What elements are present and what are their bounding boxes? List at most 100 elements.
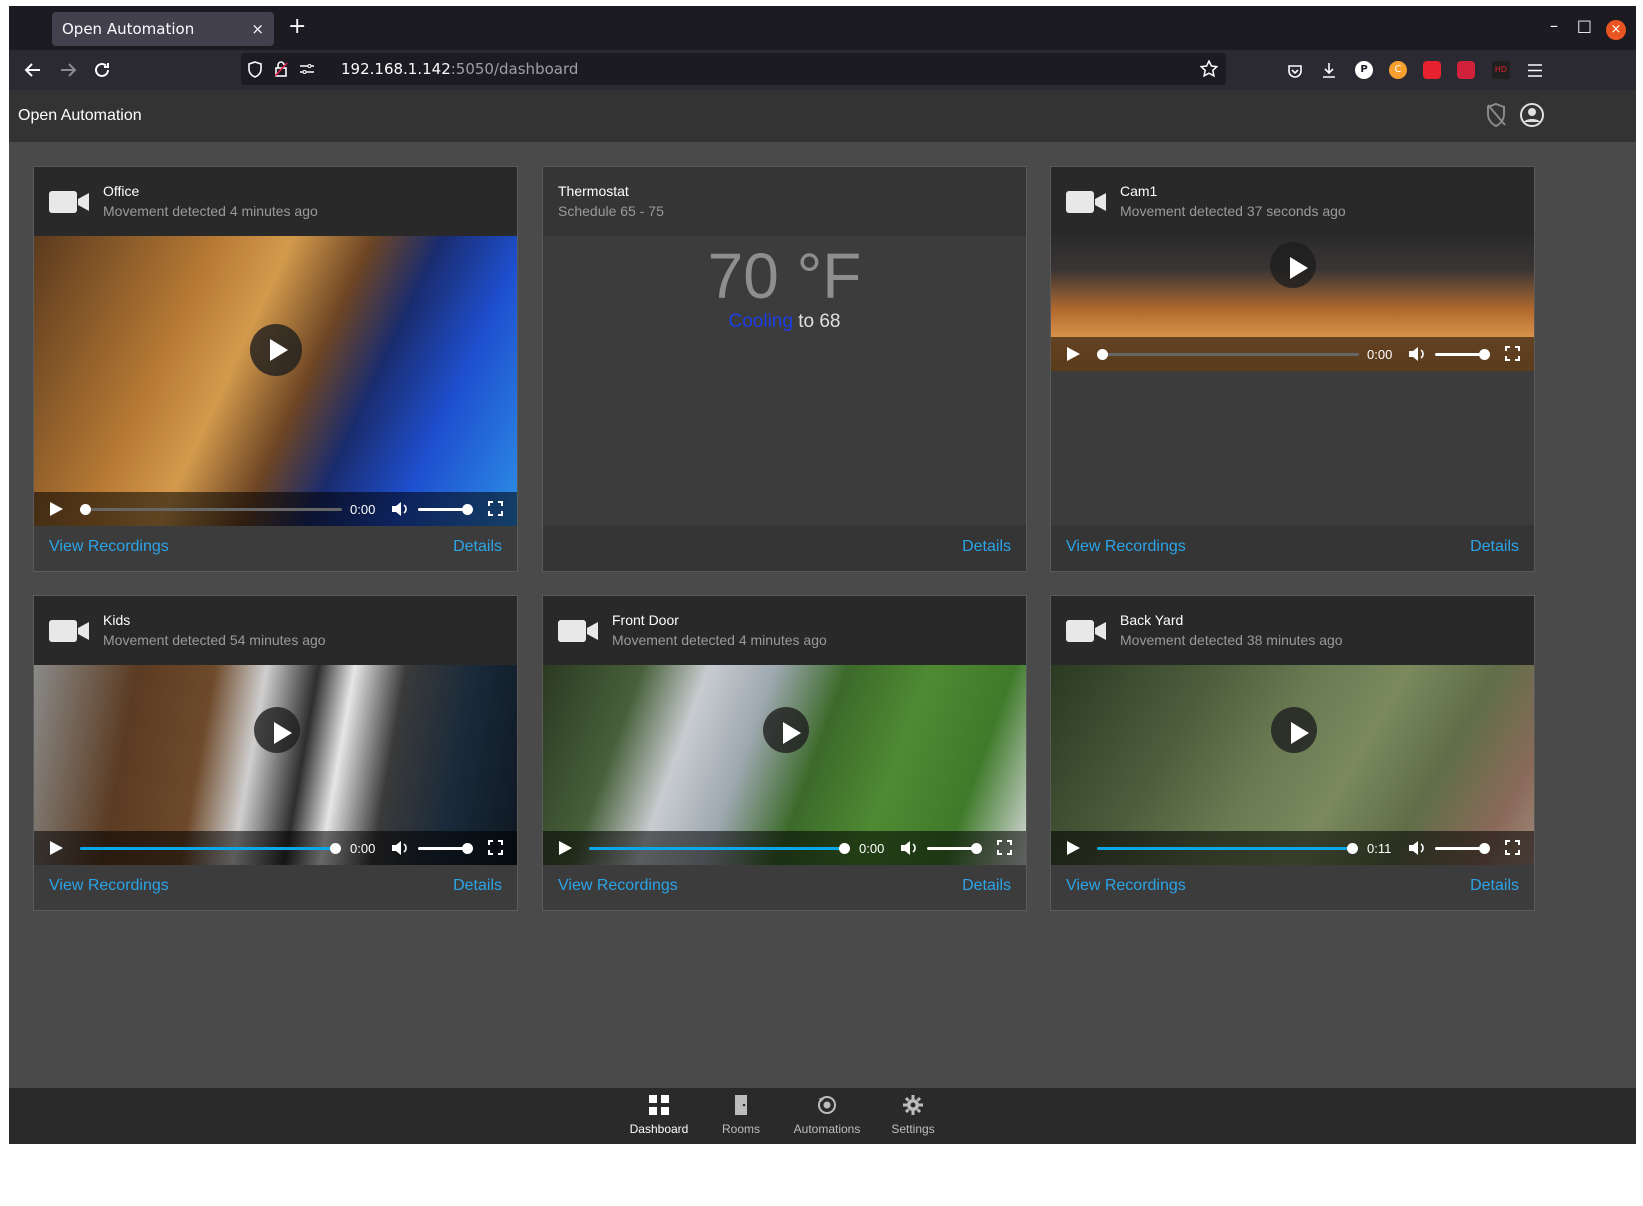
volume-icon[interactable]	[391, 501, 409, 517]
card-subtitle: Movement detected 4 minutes ago	[103, 203, 318, 219]
details-link[interactable]: Details	[1470, 877, 1519, 895]
fullscreen-icon[interactable]	[997, 840, 1012, 855]
card-subtitle: Movement detected 38 minutes ago	[1120, 632, 1343, 648]
view-recordings-link[interactable]: View Recordings	[1066, 538, 1186, 556]
app-title: Open Automation	[18, 107, 142, 124]
play-button[interactable]	[1067, 841, 1080, 855]
camera-video-back-yard[interactable]: 0:11	[1051, 665, 1534, 865]
volume-slider[interactable]	[927, 843, 982, 854]
camera-video-kids[interactable]: 0:00	[34, 665, 517, 865]
volume-knob[interactable]	[462, 504, 473, 515]
play-overlay-button[interactable]	[1270, 242, 1316, 288]
volume-slider[interactable]	[418, 504, 473, 515]
volume-icon[interactable]	[1408, 840, 1426, 856]
volume-knob[interactable]	[1479, 349, 1490, 360]
details-link[interactable]: Details	[962, 538, 1011, 556]
nav-automations[interactable]: Automations	[785, 1088, 869, 1144]
browser-tab[interactable]: Open Automation ×	[52, 12, 274, 46]
volume-knob[interactable]	[1479, 843, 1490, 854]
minimize-button[interactable]: –	[1550, 16, 1558, 35]
pocket-icon[interactable]	[1287, 63, 1303, 79]
view-recordings-link[interactable]: View Recordings	[49, 538, 169, 556]
play-button[interactable]	[50, 502, 63, 516]
back-arrow-icon[interactable]	[24, 61, 42, 79]
extension-lock-icon[interactable]	[1423, 61, 1441, 79]
address-bar[interactable]: 192.168.1.142:5050/dashboard	[241, 53, 1226, 85]
details-link[interactable]: Details	[453, 877, 502, 895]
play-overlay-button[interactable]	[1271, 707, 1317, 753]
current-temperature: 70 °F	[707, 240, 862, 312]
extension-hd-icon[interactable]: HD	[1492, 61, 1510, 79]
shield-icon[interactable]	[247, 61, 263, 78]
reload-icon[interactable]	[93, 61, 111, 79]
volume-slider[interactable]	[1435, 843, 1490, 854]
seek-bar[interactable]	[80, 843, 341, 854]
url-host: 192.168.1.142	[341, 60, 451, 78]
view-recordings-link[interactable]: View Recordings	[1066, 877, 1186, 895]
fullscreen-icon[interactable]	[1505, 840, 1520, 855]
volume-icon[interactable]	[900, 840, 918, 856]
fullscreen-icon[interactable]	[488, 501, 503, 516]
seek-knob[interactable]	[839, 843, 850, 854]
details-link[interactable]: Details	[962, 877, 1011, 895]
details-link[interactable]: Details	[1470, 538, 1519, 556]
url-text: 192.168.1.142:5050/dashboard	[341, 60, 578, 78]
seek-knob[interactable]	[1347, 843, 1358, 854]
volume-slider[interactable]	[1435, 349, 1490, 360]
play-button[interactable]	[559, 841, 572, 855]
seek-bar[interactable]	[1097, 843, 1358, 854]
seek-progress	[589, 847, 845, 850]
volume-slider[interactable]	[418, 843, 473, 854]
play-overlay-button[interactable]	[254, 707, 300, 753]
lock-insecure-icon[interactable]	[274, 61, 288, 78]
play-overlay-button[interactable]	[763, 707, 809, 753]
play-button[interactable]	[1067, 347, 1080, 361]
bookmark-star-icon[interactable]	[1200, 60, 1218, 78]
fullscreen-icon[interactable]	[488, 840, 503, 855]
tab-close-icon[interactable]: ×	[251, 20, 264, 38]
thermostat-status: Cooling to 68	[543, 311, 1026, 333]
camera-card-cam1: 0:00 Cam1 Movement detected 37 seconds a…	[1050, 166, 1535, 572]
video-camera-icon	[1066, 191, 1106, 213]
close-window-button[interactable]: ×	[1606, 20, 1626, 40]
volume-icon[interactable]	[1408, 346, 1426, 362]
fullscreen-icon[interactable]	[1505, 346, 1520, 361]
nav-dashboard[interactable]: Dashboard	[621, 1088, 697, 1144]
volume-knob[interactable]	[462, 843, 473, 854]
seek-bar[interactable]	[80, 504, 342, 515]
details-link[interactable]: Details	[453, 538, 502, 556]
thermostat-card: Thermostat Schedule 65 - 75 70 °F Coolin…	[542, 166, 1027, 572]
view-recordings-link[interactable]: View Recordings	[49, 877, 169, 895]
camera-card-back-yard: 0:11 Back Yard Movement detected 38 minu…	[1050, 595, 1535, 911]
extension-p-icon[interactable]: P	[1355, 61, 1373, 79]
menu-icon[interactable]	[1527, 64, 1543, 77]
security-shield-off-icon[interactable]	[1483, 102, 1509, 128]
account-circle-icon[interactable]	[1519, 102, 1545, 128]
downloads-icon[interactable]	[1321, 62, 1337, 79]
view-recordings-link[interactable]: View Recordings	[558, 877, 678, 895]
volume-icon[interactable]	[391, 840, 409, 856]
seek-knob[interactable]	[80, 504, 91, 515]
volume-knob[interactable]	[971, 843, 982, 854]
forward-arrow-icon[interactable]	[59, 61, 77, 79]
card-footer: View Recordings Details	[543, 864, 1026, 910]
camera-video-office[interactable]: 0:00	[34, 236, 517, 526]
new-tab-button[interactable]: +	[288, 14, 306, 39]
seek-bar[interactable]	[1097, 349, 1359, 360]
camera-video-front-door[interactable]: 0:00	[543, 665, 1026, 865]
nav-rooms[interactable]: Rooms	[709, 1088, 773, 1144]
seek-knob[interactable]	[330, 843, 341, 854]
maximize-button[interactable]: □	[1577, 16, 1592, 35]
play-button[interactable]	[50, 841, 63, 855]
nav-settings[interactable]: Settings	[881, 1088, 945, 1144]
seek-knob[interactable]	[1097, 349, 1108, 360]
card-title: Thermostat	[558, 183, 629, 199]
permissions-icon[interactable]	[299, 63, 315, 75]
video-camera-icon	[49, 620, 89, 642]
extension-coupon-icon[interactable]: C	[1389, 61, 1407, 79]
seek-bar[interactable]	[589, 843, 850, 854]
play-overlay-button[interactable]	[250, 324, 302, 376]
camera-video-cam1[interactable]: 0:00	[1051, 236, 1534, 371]
camera-card-front-door: 0:00 Front Door Movement detected 4 minu…	[542, 595, 1027, 911]
extension-gift-icon[interactable]	[1457, 61, 1475, 79]
